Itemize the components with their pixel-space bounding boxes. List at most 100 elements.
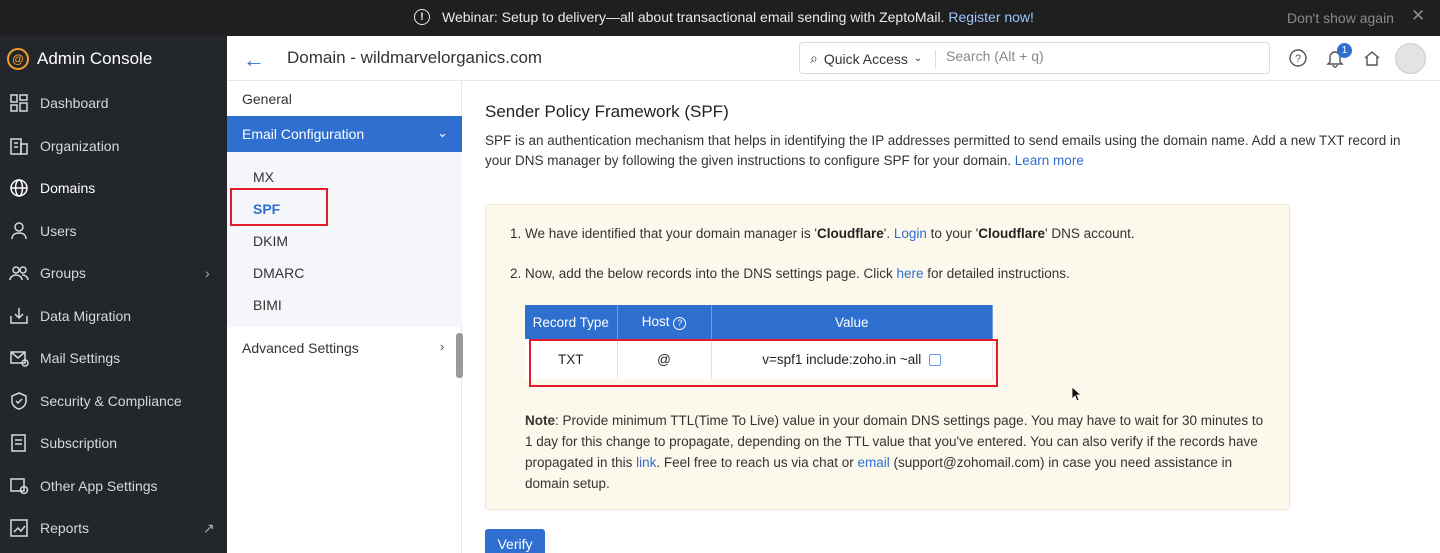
table-header-row: Record Type Host ? Value [525,305,993,339]
svg-text:?: ? [1295,53,1301,65]
sidebar-item-reports[interactable]: Reports ↗ [0,510,227,546]
organization-icon [9,136,29,156]
sidebar-item-label: Data Migration [40,308,132,324]
search-icon: ⌕ [810,50,818,66]
info-icon: ! [414,9,430,25]
subnav-item-bimi[interactable]: BIMI [253,297,282,313]
home-icon[interactable] [1362,48,1382,68]
column-header-value: Value [711,305,993,339]
page-title: Domain - wildmarvelorganics.com [287,48,543,67]
sidebar-item-security[interactable]: Security & Compliance [0,383,227,419]
search-divider [935,50,936,68]
host-header-label: Host [641,314,670,329]
domain-manager-name: Cloudflare [817,226,884,241]
instructions-box: 1. We have identified that your domain m… [485,204,1290,510]
email-link[interactable]: email [857,455,889,470]
highlight-box-spf [230,188,328,226]
description-text: SPF is an authentication mechanism that … [485,133,1401,168]
sidebar-item-organization[interactable]: Organization [0,128,227,164]
sidebar-item-users[interactable]: Users [0,213,227,249]
note-text: Note: Provide minimum TTL(Time To Live) … [525,410,1265,494]
subnav-general[interactable]: General [242,91,292,107]
globe-icon [9,178,29,198]
banner-message: ! Webinar: Setup to delivery—all about t… [414,9,1034,25]
dashboard-icon [9,93,29,113]
chevron-down-icon: ⌄ [913,53,923,64]
brand[interactable]: @ Admin Console [7,48,152,70]
chevron-right-icon: › [440,339,445,354]
verify-button[interactable]: Verify [485,529,545,553]
domain-subnav: General Email Configuration ⌄ MX SPF DKI… [227,81,462,553]
help-icon[interactable]: ? [1288,48,1308,68]
banner-text: Webinar: Setup to delivery—all about tra… [442,9,945,25]
sidebar-item-label: Reports [40,520,90,536]
domain-manager-name: Cloudflare [978,226,1046,241]
sidebar: @ Admin Console Dashboard Organization D… [0,36,227,553]
sidebar-item-label: Other App Settings [40,478,158,494]
login-link[interactable]: Login [894,226,927,241]
step1-text: ' DNS account. [1045,226,1135,241]
notification-badge: 1 [1337,43,1352,58]
step2-text: for detailed instructions. [923,266,1070,281]
propagation-link[interactable]: link [636,455,656,470]
search-input[interactable] [946,48,1246,64]
close-icon[interactable]: ✕ [1411,6,1425,26]
column-header-record-type: Record Type [525,305,618,339]
register-link[interactable]: Register now! [948,9,1034,25]
quick-access-dropdown[interactable]: ⌕ Quick Access ⌄ [810,50,922,67]
dont-show-again-link[interactable]: Don't show again [1287,10,1394,26]
step1-text: to your ' [926,226,979,241]
quick-access-label: Quick Access [823,50,908,67]
highlight-box-record [529,339,998,387]
announcement-banner: ! Webinar: Setup to delivery—all about t… [0,0,1440,36]
step-2: 2. Now, add the below records into the D… [510,266,1070,281]
avatar[interactable] [1395,43,1426,74]
groups-icon [9,263,29,283]
migration-icon [9,306,29,326]
chevron-down-icon: ⌄ [437,125,448,140]
email-config-children: MX SPF DKIM DMARC BIMI [227,152,462,327]
user-icon [9,221,29,241]
sidebar-item-subscription[interactable]: Subscription [0,425,227,461]
step1-text: '. [883,226,894,241]
search-bar: ⌕ Quick Access ⌄ [799,42,1270,74]
section-title: Sender Policy Framework (SPF) [485,102,729,121]
step-1: 1. We have identified that your domain m… [510,226,1135,241]
learn-more-link[interactable]: Learn more [1015,153,1084,168]
chevron-right-icon: › [205,265,210,281]
section-description: SPF is an authentication mechanism that … [485,131,1415,171]
subnav-item-dmarc[interactable]: DMARC [253,265,304,281]
subscription-icon [9,433,29,453]
sidebar-item-domains[interactable]: Domains [0,170,227,206]
step2-text: 2. Now, add the below records into the D… [510,266,897,281]
sidebar-item-label: Domains [40,180,96,196]
subnav-email-label: Email Configuration [242,126,365,142]
sidebar-item-label: Mail Settings [40,350,121,366]
shield-icon [9,391,29,411]
sidebar-item-data-migration[interactable]: Data Migration [0,298,227,334]
sidebar-item-other-app-settings[interactable]: Other App Settings [0,468,227,504]
help-icon[interactable]: ? [673,317,687,330]
sidebar-item-label: Users [40,223,77,239]
sidebar-item-label: Dashboard [40,95,109,111]
spf-content: Sender Policy Framework (SPF) SPF is an … [463,81,1440,553]
back-arrow-icon[interactable]: ← [243,47,265,73]
app-settings-icon [9,476,29,496]
sidebar-item-label: Groups [40,265,86,281]
step1-text: 1. We have identified that your domain m… [510,226,817,241]
external-link-icon: ↗ [203,519,215,536]
subnav-item-mx[interactable]: MX [253,169,274,185]
top-header: ← Domain - wildmarvelorganics.com ⌕ Quic… [227,36,1440,81]
instructions-link[interactable]: here [896,266,923,281]
zoho-logo-icon: @ [7,48,29,70]
sidebar-item-label: Subscription [40,435,118,451]
sidebar-item-mail-settings[interactable]: Mail Settings [0,340,227,376]
sidebar-item-dashboard[interactable]: Dashboard [0,85,227,121]
subnav-email-configuration[interactable]: Email Configuration ⌄ [227,116,462,152]
sidebar-item-label: Organization [40,138,120,154]
panel-resize-handle[interactable] [456,333,463,378]
subnav-item-dkim[interactable]: DKIM [253,233,288,249]
sidebar-item-groups[interactable]: Groups › [0,255,227,291]
subnav-advanced-settings[interactable]: Advanced Settings [242,340,359,356]
sidebar-item-label: Security & Compliance [40,393,182,409]
